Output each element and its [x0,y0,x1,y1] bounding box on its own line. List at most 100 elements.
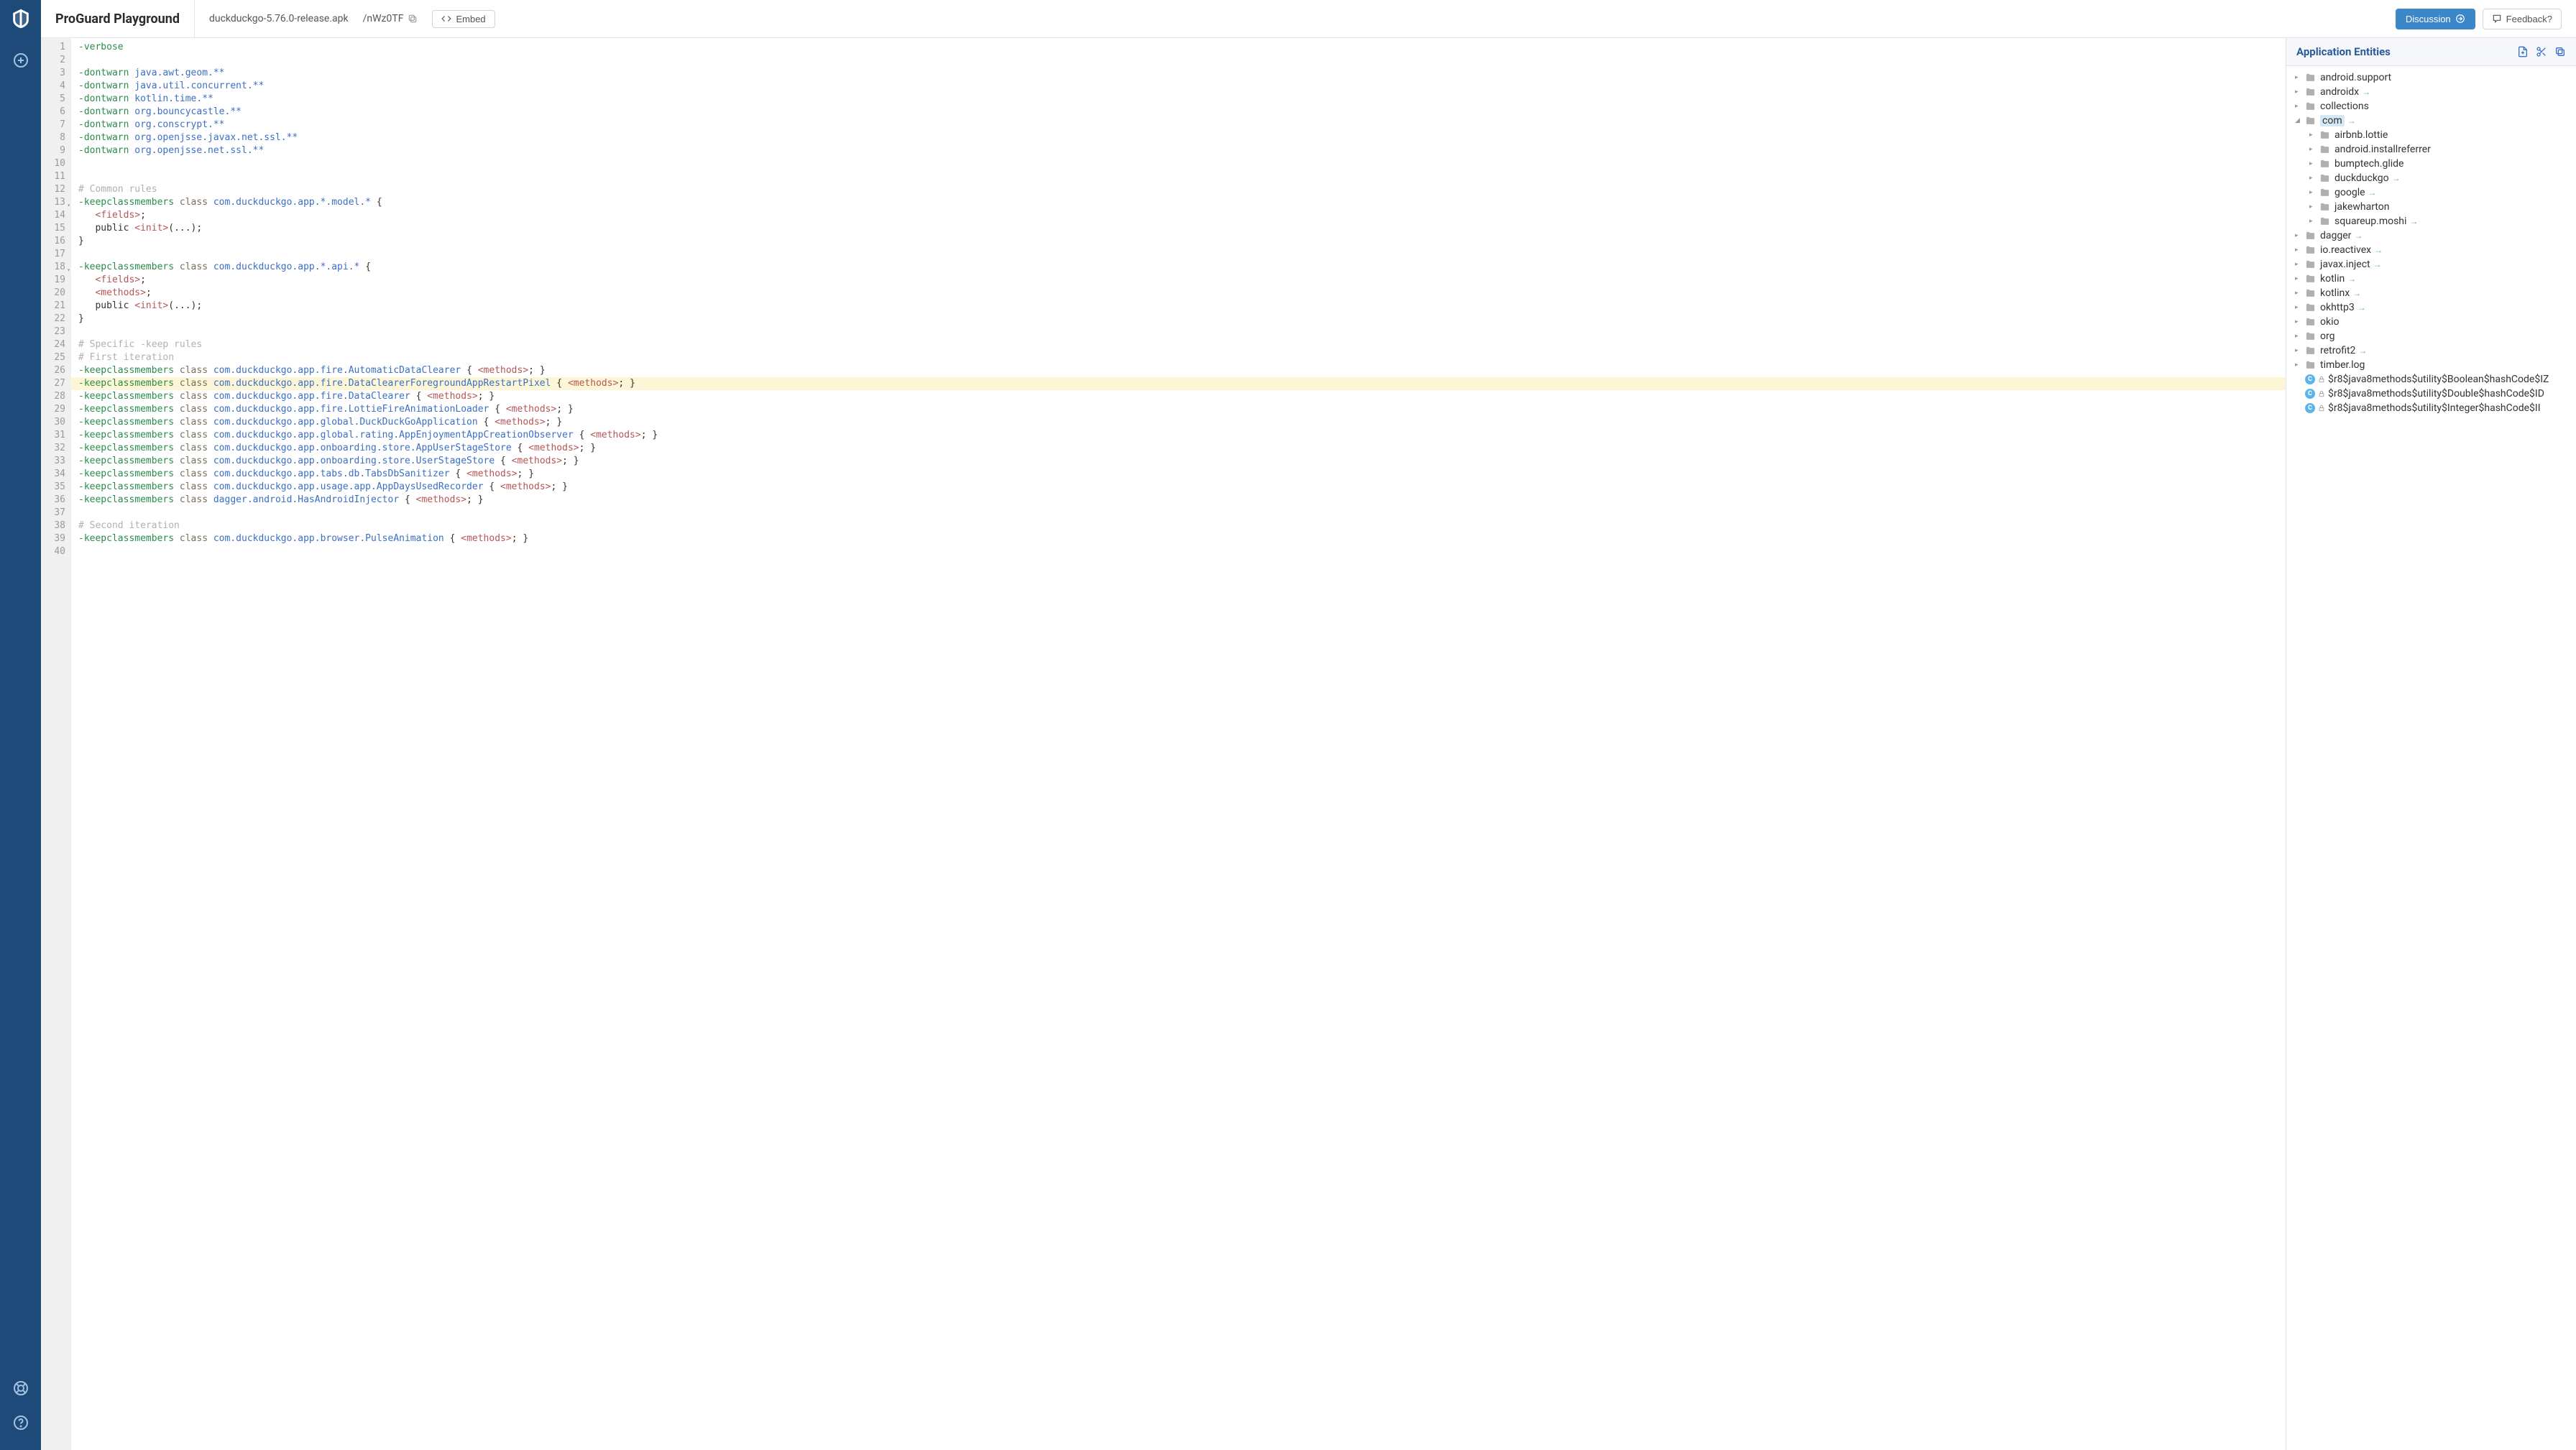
add-icon[interactable] [11,50,31,70]
code-line[interactable]: -keepclassmembers class dagger.android.H… [78,494,2286,507]
code-line[interactable]: -keepclassmembers class com.duckduckgo.a… [71,377,2286,390]
code-content[interactable]: -verbose -dontwarn java.awt.geom.**-dont… [71,38,2286,1450]
caret-icon[interactable]: ▸ [2295,74,2302,81]
embed-button[interactable]: Embed [432,10,494,28]
lifesaver-icon[interactable] [11,1378,31,1398]
code-editor[interactable]: 1234567891011121314151617181920212223242… [41,38,2286,1450]
code-line[interactable]: -verbose [78,41,2286,54]
caret-icon[interactable]: ▸ [2295,318,2302,325]
code-line[interactable]: -keepclassmembers class com.duckduckgo.a… [78,403,2286,416]
discussion-button[interactable]: Discussion [2396,9,2475,29]
code-line[interactable]: -keepclassmembers class com.duckduckgo.a… [78,455,2286,468]
code-line[interactable]: -dontwarn org.openjsse.javax.net.ssl.** [78,131,2286,144]
code-line[interactable]: } [78,313,2286,325]
caret-icon[interactable]: ▸ [2309,146,2317,153]
copy-all-icon[interactable] [2554,46,2566,57]
code-line[interactable]: <fields>; [78,274,2286,287]
caret-icon[interactable]: ▸ [2295,304,2302,311]
tree-class[interactable]: C$r8$java8methods$utility$Double$hashCod… [2286,387,2576,401]
code-line[interactable]: <fields>; [78,209,2286,222]
caret-icon[interactable]: ▸ [2295,103,2302,110]
tree-folder[interactable]: ▸org [2286,329,2576,343]
line-number: 13 [41,196,65,209]
caret-icon[interactable]: ▸ [2309,131,2317,139]
code-line[interactable] [78,325,2286,338]
tree-folder[interactable]: ▸javax.inject→ [2286,257,2576,272]
feedback-button[interactable]: Feedback? [2483,9,2562,29]
code-line[interactable]: -dontwarn kotlin.time.** [78,93,2286,106]
tree-folder[interactable]: ▸android.support [2286,70,2576,85]
caret-icon[interactable]: ▸ [2295,246,2302,254]
code-line[interactable]: -dontwarn java.util.concurrent.** [78,80,2286,93]
caret-icon[interactable]: ◢ [2295,117,2302,124]
tree-folder[interactable]: ▸timber.log [2286,358,2576,372]
caret-icon[interactable]: ▸ [2309,203,2317,211]
entities-tree[interactable]: ▸android.support▸androidx→▸collections◢c… [2286,66,2576,420]
code-line[interactable] [78,507,2286,519]
caret-icon[interactable]: ▸ [2295,275,2302,282]
caret-icon[interactable]: ▸ [2295,232,2302,239]
code-line[interactable]: <methods>; [78,287,2286,300]
code-line[interactable] [78,54,2286,67]
tree-class[interactable]: C$r8$java8methods$utility$Boolean$hashCo… [2286,372,2576,387]
caret-icon[interactable]: ▸ [2295,361,2302,369]
tree-folder[interactable]: ▸okio [2286,315,2576,329]
tree-folder[interactable]: ▸collections [2286,99,2576,114]
code-line[interactable]: -keepclassmembers class com.duckduckgo.a… [78,364,2286,377]
code-line[interactable] [78,248,2286,261]
help-icon[interactable] [11,1413,31,1433]
code-line[interactable]: -keepclassmembers class com.duckduckgo.a… [78,532,2286,545]
tree-folder[interactable]: ▸kotlinx→ [2286,286,2576,300]
code-line[interactable]: # First iteration [78,351,2286,364]
code-line[interactable]: public <init>(...); [78,300,2286,313]
tree-folder[interactable]: ▸io.reactivex→ [2286,243,2576,257]
code-line[interactable]: -keepclassmembers class com.duckduckgo.a… [78,261,2286,274]
tree-folder[interactable]: ▸retrofit2→ [2286,343,2576,358]
code-line[interactable]: -keepclassmembers class com.duckduckgo.a… [78,416,2286,429]
tree-folder[interactable]: ▸airbnb.lottie [2286,128,2576,142]
code-line[interactable]: -keepclassmembers class com.duckduckgo.a… [78,468,2286,481]
caret-icon[interactable]: ▸ [2295,347,2302,354]
caret-icon[interactable]: ▸ [2309,218,2317,225]
tree-folder[interactable]: ▸bumptech.glide [2286,157,2576,171]
code-line[interactable]: -dontwarn java.awt.geom.** [78,67,2286,80]
tree-folder[interactable]: ▸duckduckgo→ [2286,171,2576,185]
caret-icon[interactable]: ▸ [2295,333,2302,340]
caret-icon[interactable]: ▸ [2309,175,2317,182]
copy-icon[interactable] [408,14,418,24]
code-line[interactable]: public <init>(...); [78,222,2286,235]
new-file-icon[interactable] [2517,46,2529,57]
tree-folder[interactable]: ▸okhttp3→ [2286,300,2576,315]
caret-icon[interactable]: ▸ [2295,88,2302,96]
code-line[interactable]: } [78,235,2286,248]
code-line[interactable]: -keepclassmembers class com.duckduckgo.a… [78,442,2286,455]
tree-class[interactable]: C$r8$java8methods$utility$Integer$hashCo… [2286,401,2576,415]
tree-folder[interactable]: ▸android.installreferrer [2286,142,2576,157]
code-line[interactable]: -dontwarn org.bouncycastle.** [78,106,2286,119]
tree-folder[interactable]: ◢com→ [2286,114,2576,128]
tree-folder[interactable]: ▸squareup.moshi→ [2286,214,2576,228]
code-line[interactable] [78,170,2286,183]
tree-folder[interactable]: ▸google→ [2286,185,2576,200]
code-line[interactable]: -dontwarn org.conscrypt.** [78,119,2286,131]
caret-icon[interactable]: ▸ [2295,290,2302,297]
code-line[interactable]: -keepclassmembers class com.duckduckgo.a… [78,390,2286,403]
code-line[interactable]: -keepclassmembers class com.duckduckgo.a… [78,196,2286,209]
caret-icon[interactable]: ▸ [2309,160,2317,167]
logo-icon[interactable] [11,9,31,29]
code-line[interactable]: # Second iteration [78,519,2286,532]
code-line[interactable]: # Common rules [78,183,2286,196]
code-line[interactable] [78,545,2286,558]
code-line[interactable]: # Specific -keep rules [78,338,2286,351]
code-line[interactable]: -keepclassmembers class com.duckduckgo.a… [78,429,2286,442]
caret-icon[interactable]: ▸ [2295,261,2302,268]
tree-folder[interactable]: ▸kotlin→ [2286,272,2576,286]
tree-folder[interactable]: ▸jakewharton [2286,200,2576,214]
scissors-icon[interactable] [2536,46,2547,57]
code-line[interactable] [78,157,2286,170]
caret-icon[interactable]: ▸ [2309,189,2317,196]
code-line[interactable]: -keepclassmembers class com.duckduckgo.a… [78,481,2286,494]
tree-folder[interactable]: ▸androidx→ [2286,85,2576,99]
tree-folder[interactable]: ▸dagger→ [2286,228,2576,243]
code-line[interactable]: -dontwarn org.openjsse.net.ssl.** [78,144,2286,157]
